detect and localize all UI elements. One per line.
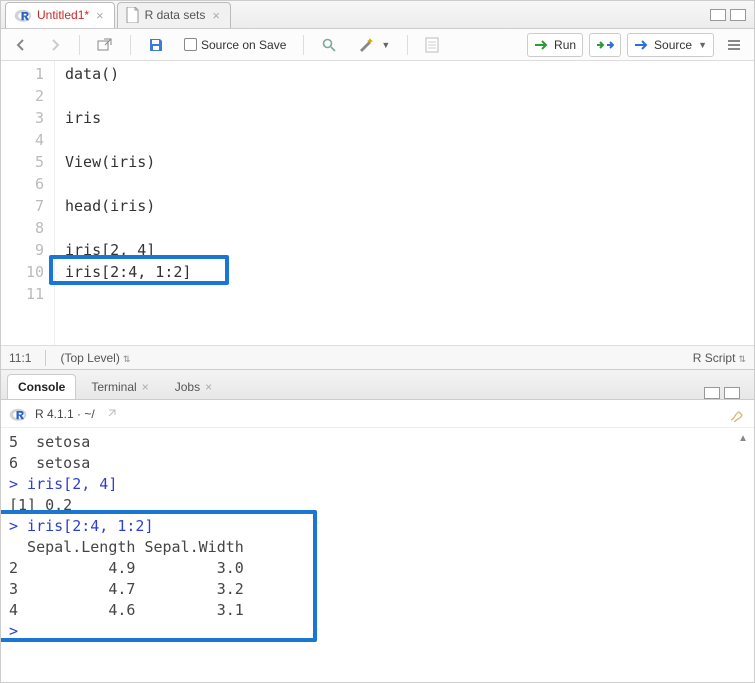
rerun-button[interactable] xyxy=(589,33,621,57)
arrow-right-icon xyxy=(48,38,62,52)
file-type-selector[interactable]: R Script⇅ xyxy=(693,351,746,365)
forward-button[interactable] xyxy=(41,33,69,57)
window-controls xyxy=(704,387,748,399)
close-icon[interactable]: × xyxy=(210,8,222,23)
console-output[interactable]: ▴ 5 setosa6 setosa> iris[2, 4][1] 0.2> i… xyxy=(1,428,754,682)
tab-label: R data sets xyxy=(145,8,206,22)
save-icon xyxy=(148,37,164,53)
rerun-icon xyxy=(596,39,614,51)
outline-button[interactable] xyxy=(720,33,748,57)
scroll-up-icon[interactable]: ▴ xyxy=(736,430,750,444)
close-icon[interactable]: × xyxy=(94,8,106,23)
tab-jobs[interactable]: Jobs × xyxy=(164,374,223,399)
popout-icon xyxy=(97,38,113,52)
source-toolbar: Source on Save ▼ Run xyxy=(1,29,754,61)
wand-button[interactable]: ▼ xyxy=(350,33,397,57)
r-version-label: R 4.1.1 · ~/ xyxy=(35,407,95,421)
close-icon[interactable]: × xyxy=(205,380,212,394)
arrow-left-icon xyxy=(14,38,28,52)
console-header: R 4.1.1 · ~/ xyxy=(1,400,754,428)
clear-console-icon[interactable] xyxy=(728,406,746,422)
wand-icon xyxy=(357,37,375,53)
source-on-save-label: Source on Save xyxy=(201,38,286,52)
source-on-save-toggle[interactable]: Source on Save xyxy=(177,33,293,57)
line-gutter: 1234567891011 xyxy=(1,61,55,345)
code-editor[interactable]: 1234567891011 data()irisView(iris)head(i… xyxy=(1,61,754,345)
tab-terminal[interactable]: Terminal × xyxy=(80,374,159,399)
tab-console[interactable]: Console xyxy=(7,374,76,399)
notebook-icon xyxy=(425,37,439,53)
source-label: Source xyxy=(654,38,692,52)
source-button[interactable]: Source ▼ xyxy=(627,33,714,57)
run-label: Run xyxy=(554,38,576,52)
source-pane: Untitled1* × R data sets × xyxy=(1,1,754,370)
maximize-pane-icon[interactable] xyxy=(730,9,746,21)
chevron-down-icon: ▼ xyxy=(381,40,390,50)
source-tab-strip: Untitled1* × R data sets × xyxy=(1,1,754,29)
window-controls xyxy=(710,9,754,21)
minimize-pane-icon[interactable] xyxy=(704,387,720,399)
run-button[interactable]: Run xyxy=(527,33,583,57)
console-pane: Console Terminal × Jobs × R 4.1.1 · ~/ ▴ xyxy=(1,370,754,682)
r-logo-icon xyxy=(9,405,27,423)
back-button[interactable] xyxy=(7,33,35,57)
code-area[interactable]: data()irisView(iris)head(iris)iris[2, 4]… xyxy=(55,61,754,345)
console-tab-strip: Console Terminal × Jobs × xyxy=(1,370,754,400)
notebook-button[interactable] xyxy=(418,33,446,57)
find-button[interactable] xyxy=(314,33,344,57)
close-icon[interactable]: × xyxy=(142,380,149,394)
checkbox-icon xyxy=(184,38,197,51)
document-icon xyxy=(126,7,140,23)
outline-icon xyxy=(727,39,741,51)
save-button[interactable] xyxy=(141,33,171,57)
source-arrow-icon xyxy=(634,39,650,51)
run-arrow-icon xyxy=(534,39,550,51)
source-status-bar: 11:1 (Top Level)⇅ R Script⇅ xyxy=(1,345,754,369)
cursor-position: 11:1 xyxy=(9,351,31,365)
tab-untitled[interactable]: Untitled1* × xyxy=(5,2,115,28)
search-icon xyxy=(321,37,337,53)
r-logo-icon xyxy=(14,6,32,24)
show-in-new-button[interactable] xyxy=(90,33,120,57)
tab-label: Untitled1* xyxy=(37,8,89,22)
chevron-down-icon: ▼ xyxy=(698,40,707,50)
minimize-pane-icon[interactable] xyxy=(710,9,726,21)
scope-selector[interactable]: (Top Level)⇅ xyxy=(60,351,130,365)
tab-datasets[interactable]: R data sets × xyxy=(117,2,231,28)
popout-icon[interactable] xyxy=(103,408,117,420)
maximize-pane-icon[interactable] xyxy=(724,387,740,399)
